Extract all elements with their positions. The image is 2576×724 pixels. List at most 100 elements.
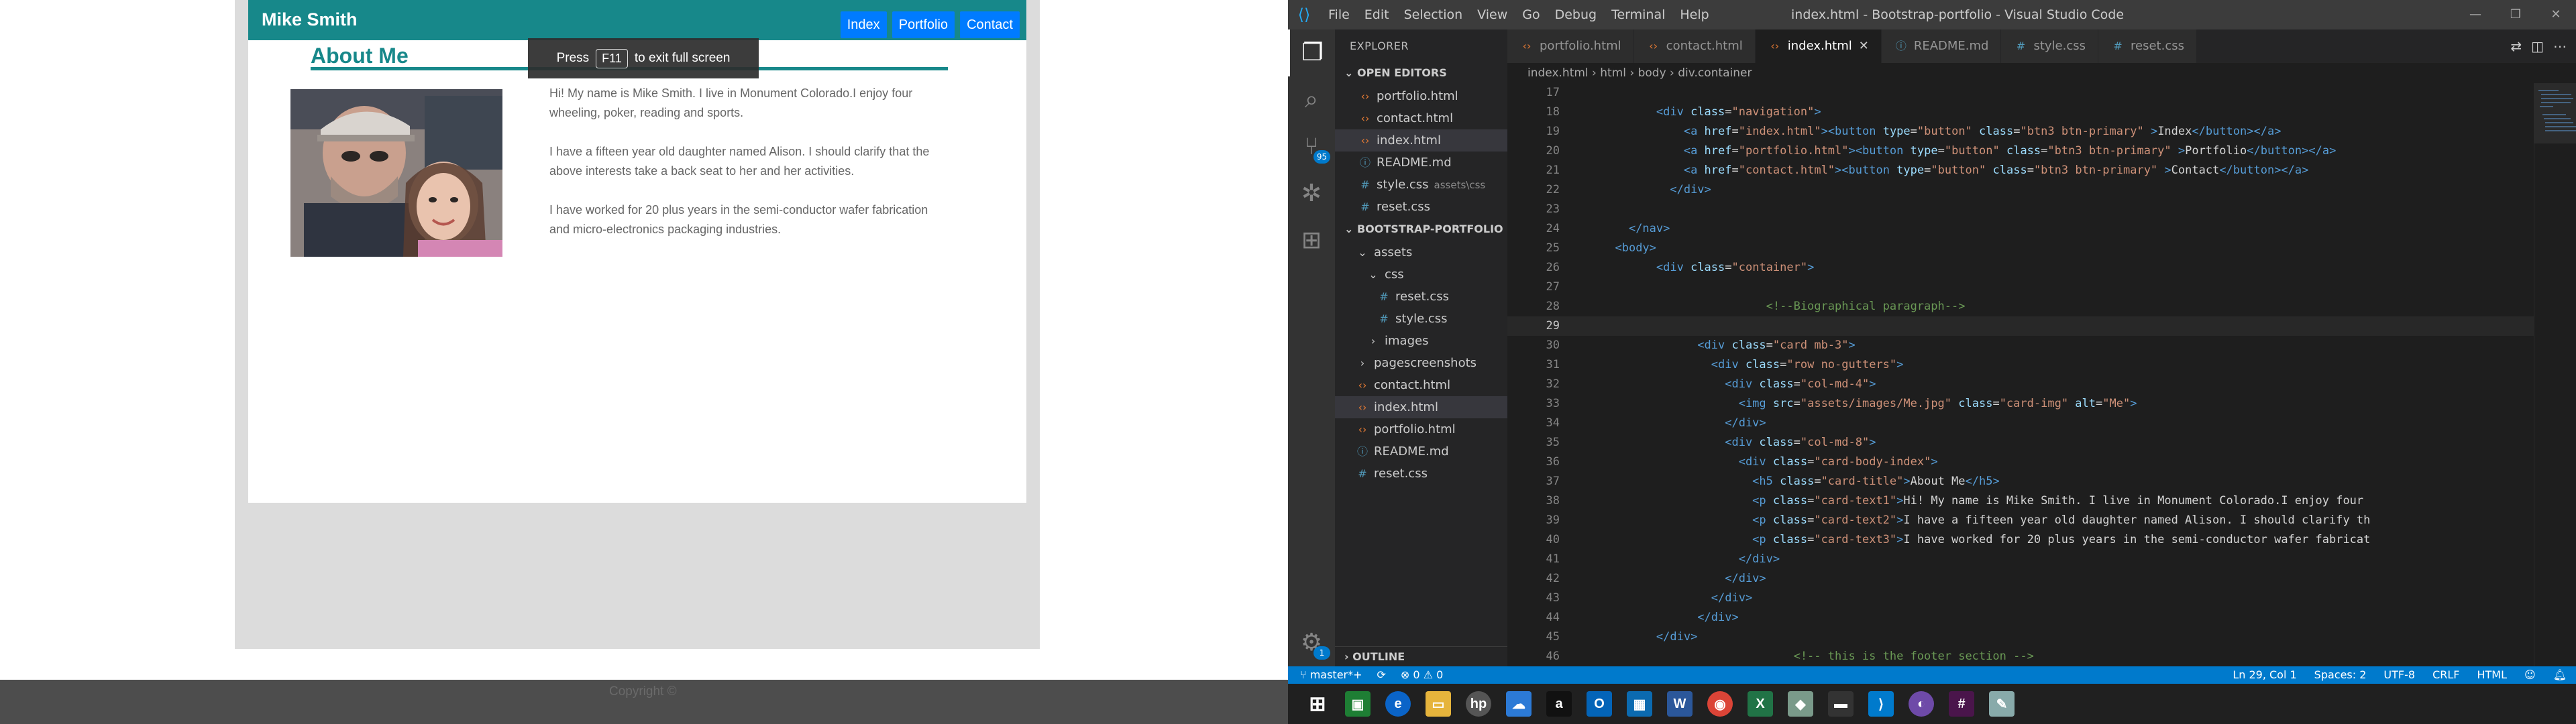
amazon-icon[interactable]: a (1539, 684, 1579, 724)
code-line[interactable]: 20 <a href="portfolio.html"><button type… (1507, 141, 2534, 161)
compare-icon[interactable]: ⇄ (2510, 38, 2522, 54)
editor-tab[interactable]: ‹› portfolio.html (1507, 29, 1634, 63)
file-item[interactable]: ‹› portfolio.html (1335, 418, 1507, 440)
outline-header[interactable]: › OUTLINE (1335, 646, 1507, 666)
open-editors-header[interactable]: ⌄ OPEN EDITORS (1335, 63, 1507, 83)
problems-indicator[interactable]: ⊗ 0 ⚠ 0 (1401, 666, 1443, 684)
editor-tab[interactable]: ‹› contact.html (1633, 29, 1756, 63)
breadcrumb-item[interactable]: html (1600, 66, 1626, 80)
menu-terminal[interactable]: Terminal (1611, 7, 1665, 22)
code-line[interactable]: 26 <div class="container"> (1507, 258, 2534, 278)
code-line[interactable]: 19 <a href="index.html"><button type="bu… (1507, 122, 2534, 141)
photos-icon[interactable]: ▦ (1619, 684, 1660, 724)
code-line[interactable]: 34 </div> (1507, 414, 2534, 433)
code-view[interactable]: 17 18 <div class="navigation"> 19 <a href=… (1507, 83, 2534, 666)
folder-item[interactable]: › images (1335, 330, 1507, 352)
menu-selection[interactable]: Selection (1404, 7, 1463, 22)
project-header[interactable]: ⌄ BOOTSTRAP-PORTFOLIO (1335, 219, 1507, 239)
nav-index-button[interactable]: Index (840, 11, 887, 38)
word-icon[interactable]: W (1660, 684, 1700, 724)
vscode-taskbar-icon[interactable]: ⟩ (1861, 684, 1901, 724)
code-line[interactable]: 43 </div> (1507, 589, 2534, 608)
menu-help[interactable]: Help (1680, 7, 1709, 22)
start-icon[interactable]: ⊞ (1297, 684, 1338, 724)
menu-debug[interactable]: Debug (1555, 7, 1597, 22)
menu-file[interactable]: File (1328, 7, 1350, 22)
sync-icon[interactable]: ⟳ (1377, 666, 1386, 684)
indentation[interactable]: Spaces: 2 (2314, 666, 2367, 684)
folder-item[interactable]: › pagescreenshots (1335, 352, 1507, 374)
open-editor-item[interactable]: ‹› contact.html (1335, 107, 1507, 129)
nav-portfolio-button[interactable]: Portfolio (892, 11, 955, 38)
breadcrumb-item[interactable]: div.container (1678, 66, 1752, 80)
code-line[interactable]: 42 </div> (1507, 569, 2534, 589)
excel-icon[interactable]: X (1740, 684, 1780, 724)
code-line[interactable]: 23 (1507, 200, 2534, 219)
debug-icon[interactable]: ✲ (1288, 170, 1335, 217)
encoding[interactable]: UTF-8 (2383, 666, 2415, 684)
minimap[interactable] (2534, 83, 2576, 666)
settings-gear-icon[interactable]: ⚙ 1 (1288, 619, 1335, 666)
code-line[interactable]: 27 (1507, 278, 2534, 297)
code-line[interactable]: 40 <p class="card-text3">I have worked f… (1507, 530, 2534, 550)
slack-icon[interactable]: # (1941, 684, 1982, 724)
close-tab-icon[interactable]: ✕ (1859, 39, 1869, 53)
code-line[interactable]: 21 <a href="contact.html"><button type="… (1507, 161, 2534, 180)
file-item[interactable]: # reset.css (1335, 286, 1507, 308)
file-item[interactable]: ‹› index.html (1335, 396, 1507, 418)
file-item[interactable]: ⓘ README.md (1335, 440, 1507, 463)
more-actions-icon[interactable]: ⋯ (2553, 38, 2567, 54)
onedrive-icon[interactable]: ☁ (1499, 684, 1539, 724)
code-line[interactable]: 41 </div> (1507, 550, 2534, 569)
code-line[interactable]: 37 <h5 class="card-title">About Me</h5> (1507, 472, 2534, 491)
code-line[interactable]: 38 <p class="card-text1">Hi! My name is … (1507, 491, 2534, 511)
git-branch[interactable]: ⑂ master*+ (1300, 666, 1362, 684)
github-icon[interactable]: ◐ (1901, 684, 1941, 724)
outlook-icon[interactable]: O (1579, 684, 1619, 724)
code-line[interactable]: 24 </nav> (1507, 219, 2534, 239)
cursor-position[interactable]: Ln 29, Col 1 (2233, 666, 2296, 684)
edge-icon[interactable]: e (1378, 684, 1418, 724)
language-mode[interactable]: HTML (2477, 666, 2507, 684)
paint-icon[interactable]: ✎ (1982, 684, 2022, 724)
store-icon[interactable]: ▣ (1338, 684, 1378, 724)
code-line[interactable]: 45 </div> (1507, 627, 2534, 647)
code-line[interactable]: 28 <!--Biographical paragraph--> (1507, 297, 2534, 316)
breadcrumb-item[interactable]: body (1638, 66, 1666, 80)
editor-tab[interactable]: # reset.css (2098, 29, 2197, 63)
search-icon[interactable]: ⌕ (1288, 76, 1335, 123)
code-line[interactable]: 36 <div class="card-body-index"> (1507, 452, 2534, 472)
open-editor-item[interactable]: # reset.css (1335, 196, 1507, 218)
code-line[interactable]: 22 </div> (1507, 180, 2534, 200)
code-line[interactable]: 39 <p class="card-text2">I have a fiftee… (1507, 511, 2534, 530)
code-line[interactable]: 17 (1507, 83, 2534, 103)
open-editor-item[interactable]: ⓘ README.md (1335, 152, 1507, 174)
code-line[interactable]: 29 (1507, 316, 2534, 336)
code-line[interactable]: 35 <div class="col-md-8"> (1507, 433, 2534, 452)
folder-item[interactable]: ⌄ assets (1335, 241, 1507, 263)
folder-item[interactable]: ⌄ css (1335, 263, 1507, 286)
source-control-icon[interactable]: ⑂ 95 (1288, 123, 1335, 170)
code-line[interactable]: 32 <div class="col-md-4"> (1507, 375, 2534, 394)
code-line[interactable]: 18 <div class="navigation"> (1507, 103, 2534, 122)
open-editor-item[interactable]: ‹› index.html (1335, 129, 1507, 152)
menu-view[interactable]: View (1477, 7, 1507, 22)
menu-go[interactable]: Go (1522, 7, 1540, 22)
line-ending[interactable]: CRLF (2432, 666, 2459, 684)
code-line[interactable]: 33 <img src="assets/images/Me.jpg" class… (1507, 394, 2534, 414)
editor-tab[interactable]: # style.css (2001, 29, 2099, 63)
nav-contact-button[interactable]: Contact (960, 11, 1020, 38)
editor-tab[interactable]: ⓘ README.md (1881, 29, 2002, 63)
explorer-files-icon[interactable]: ❐ (1288, 29, 1335, 76)
notifications-icon[interactable]: 🔔︎ (2553, 666, 2567, 684)
close-window-icon[interactable]: ✕ (2536, 0, 2576, 29)
feedback-icon[interactable]: ☺ (2524, 666, 2536, 684)
minimize-icon[interactable]: — (2455, 0, 2496, 29)
app-icon[interactable]: ◆ (1780, 684, 1821, 724)
extensions-icon[interactable]: ⊞ (1288, 217, 1335, 264)
file-item[interactable]: ‹› contact.html (1335, 374, 1507, 396)
split-editor-icon[interactable]: ◫ (2531, 38, 2544, 54)
editor-tab[interactable]: ‹› index.html ✕ (1755, 29, 1882, 63)
menu-edit[interactable]: Edit (1364, 7, 1389, 22)
code-line[interactable]: 30 <div class="card mb-3"> (1507, 336, 2534, 355)
